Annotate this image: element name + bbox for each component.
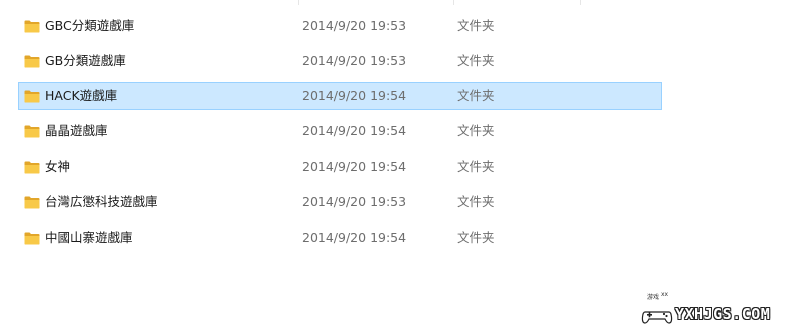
file-type: 文件夹 bbox=[457, 18, 495, 33]
file-type: 文件夹 bbox=[457, 53, 495, 68]
file-type: 文件夹 bbox=[457, 123, 495, 138]
file-type: 文件夹 bbox=[457, 159, 495, 174]
file-date: 2014/9/20 19:53 bbox=[302, 53, 407, 68]
file-type: 文件夹 bbox=[457, 88, 495, 103]
file-type: 文件夹 bbox=[457, 194, 495, 209]
file-name-cell: 台灣広懲科技遊戲庫 bbox=[24, 189, 158, 215]
folder-icon bbox=[24, 20, 40, 32]
file-name-cell: GB分類遊戲庫 bbox=[24, 48, 126, 74]
file-date: 2014/9/20 19:53 bbox=[302, 18, 407, 33]
file-list: GBC分類遊戲庫 2014/9/20 19:53 文件夹 GB分類遊戲庫 201… bbox=[0, 0, 785, 332]
file-date: 2014/9/20 19:54 bbox=[302, 88, 407, 103]
folder-icon bbox=[24, 232, 40, 244]
file-name: GB分類遊戲庫 bbox=[45, 53, 126, 68]
folder-icon bbox=[24, 161, 40, 173]
file-row[interactable]: 晶晶遊戲庫 2014/9/20 19:54 文件夹 bbox=[18, 117, 662, 145]
file-name: 晶晶遊戲庫 bbox=[45, 123, 108, 138]
file-name: 女神 bbox=[45, 159, 71, 174]
file-type: 文件夹 bbox=[457, 230, 495, 245]
file-row[interactable]: GBC分類遊戲庫 2014/9/20 19:53 文件夹 bbox=[18, 12, 662, 40]
file-name: 中國山寨遊戲庫 bbox=[45, 230, 133, 245]
file-name: 台灣広懲科技遊戲庫 bbox=[45, 194, 158, 209]
column-separator bbox=[453, 0, 454, 5]
column-separator bbox=[580, 0, 581, 5]
file-date: 2014/9/20 19:54 bbox=[302, 159, 407, 174]
file-date: 2014/9/20 19:54 bbox=[302, 230, 407, 245]
file-row[interactable]: HACK遊戲庫 2014/9/20 19:54 文件夹 bbox=[18, 82, 662, 110]
file-row[interactable]: 女神 2014/9/20 19:54 文件夹 bbox=[18, 153, 662, 181]
folder-icon bbox=[24, 90, 40, 102]
column-separator bbox=[298, 0, 299, 5]
file-name-cell: 女神 bbox=[24, 154, 70, 180]
file-row[interactable]: 中國山寨遊戲庫 2014/9/20 19:54 文件夹 bbox=[18, 224, 662, 252]
file-date: 2014/9/20 19:53 bbox=[302, 194, 407, 209]
folder-icon bbox=[24, 55, 40, 67]
file-name-cell: 晶晶遊戲庫 bbox=[24, 118, 108, 144]
file-date: 2014/9/20 19:54 bbox=[302, 123, 407, 138]
file-name-cell: GBC分類遊戲庫 bbox=[24, 13, 134, 39]
site-watermark: 游戏 xx YXHJGS.COM bbox=[641, 290, 781, 328]
file-row[interactable]: GB分類遊戲庫 2014/9/20 19:53 文件夹 bbox=[18, 47, 662, 75]
file-row[interactable]: 台灣広懲科技遊戲庫 2014/9/20 19:53 文件夹 bbox=[18, 188, 662, 216]
svg-text:xx: xx bbox=[661, 291, 669, 298]
file-name: HACK遊戲庫 bbox=[45, 88, 118, 103]
folder-icon bbox=[24, 196, 40, 208]
gamepad-icon: 游戏 xx bbox=[641, 291, 673, 324]
folder-icon bbox=[24, 125, 40, 137]
file-name-cell: 中國山寨遊戲庫 bbox=[24, 225, 133, 251]
svg-text:游戏: 游戏 bbox=[647, 293, 659, 301]
watermark-text: YXHJGS.COM bbox=[675, 305, 771, 323]
file-name: GBC分類遊戲庫 bbox=[45, 18, 135, 33]
file-name-cell: HACK遊戲庫 bbox=[24, 83, 117, 109]
